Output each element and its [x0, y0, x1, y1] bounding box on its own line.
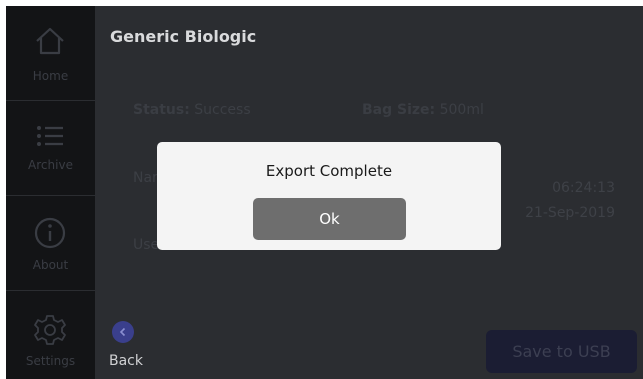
sidebar: Home Archive About Settings [6, 6, 95, 379]
page-title: Generic Biologic [110, 27, 257, 46]
user-label: Use [133, 237, 160, 253]
sidebar-item-archive[interactable]: Archive [6, 101, 95, 196]
back-label[interactable]: Back [109, 353, 143, 369]
sidebar-item-settings[interactable]: Settings [6, 291, 95, 379]
info-icon [34, 217, 66, 249]
status-field: Status: Success [133, 102, 251, 118]
back-button[interactable] [112, 321, 134, 343]
gear-icon [34, 315, 66, 345]
list-icon [37, 126, 63, 146]
bag-size-label: Bag Size: [362, 102, 436, 118]
chevron-left-icon [119, 327, 126, 337]
bag-size-value: 500ml [439, 102, 484, 118]
export-dialog: Export Complete Ok [157, 142, 501, 250]
sidebar-item-label: About [32, 258, 69, 272]
sidebar-item-label: Settings [25, 354, 76, 368]
dialog-title: Export Complete [265, 162, 393, 180]
ok-button[interactable]: Ok [253, 198, 406, 240]
sidebar-item-home[interactable]: Home [6, 6, 95, 101]
status-value: Success [194, 102, 251, 118]
time-display: 06:24:13 [552, 180, 615, 196]
sidebar-item-label: Home [32, 69, 69, 83]
status-label: Status: [133, 102, 190, 118]
bag-size-field: Bag Size: 500ml [362, 102, 484, 118]
save-to-usb-button[interactable]: Save to USB [486, 330, 637, 373]
sidebar-item-about[interactable]: About [6, 196, 95, 291]
name-label: Nar [133, 170, 158, 186]
home-icon [36, 27, 64, 55]
sidebar-item-label: Archive [28, 158, 73, 172]
date-display: 21-Sep-2019 [525, 205, 615, 221]
app-screen: Home Archive About Settings Generic Biol… [6, 6, 643, 379]
